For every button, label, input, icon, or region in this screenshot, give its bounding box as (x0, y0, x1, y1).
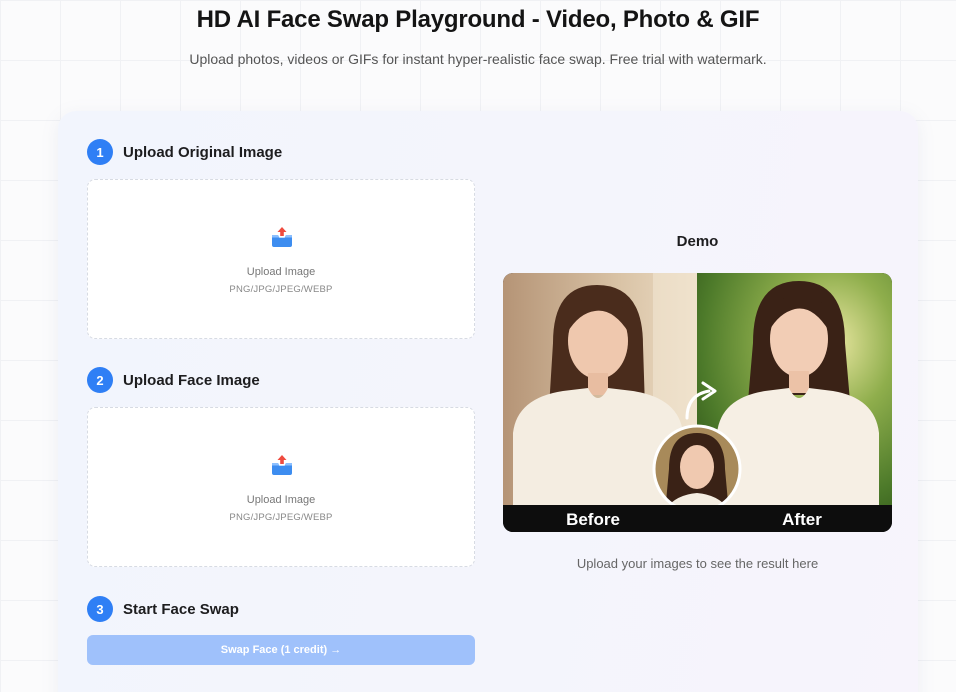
step-2-header: 2 Upload Face Image (87, 367, 260, 393)
upload-formats: PNG/JPG/JPEG/WEBP (229, 284, 333, 295)
upload-label: Upload Image (246, 266, 316, 278)
step-label: Start Face Swap (123, 600, 239, 618)
step-number-badge: 2 (87, 367, 113, 393)
demo-title: Demo (676, 233, 719, 250)
page-title: HD AI Face Swap Playground - Video, Phot… (196, 6, 760, 33)
before-label: Before (566, 510, 620, 529)
demo-caption: Upload your images to see the result her… (576, 556, 819, 571)
page-subtitle: Upload photos, videos or GIFs for instan… (189, 51, 767, 67)
face-image-dropzone[interactable]: Upload Image PNG/JPG/JPEG/WEBP (87, 407, 475, 567)
swap-face-button[interactable]: Swap Face (1 credit) → (87, 635, 475, 665)
step-3-header: 3 Start Face Swap (87, 596, 239, 622)
after-label: After (782, 510, 822, 529)
step-number-badge: 1 (87, 139, 113, 165)
upload-tray-icon (272, 455, 292, 475)
upload-label: Upload Image (246, 494, 316, 506)
upload-formats: PNG/JPG/JPEG/WEBP (229, 512, 333, 523)
step-number-badge: 3 (87, 596, 113, 622)
original-image-dropzone[interactable]: Upload Image PNG/JPG/JPEG/WEBP (87, 179, 475, 339)
step-label: Upload Original Image (123, 143, 283, 161)
step-1-header: 1 Upload Original Image (87, 139, 282, 165)
demo-before-after-image: Before After (503, 273, 892, 532)
step-label: Upload Face Image (123, 371, 260, 389)
upload-tray-icon (272, 227, 292, 247)
